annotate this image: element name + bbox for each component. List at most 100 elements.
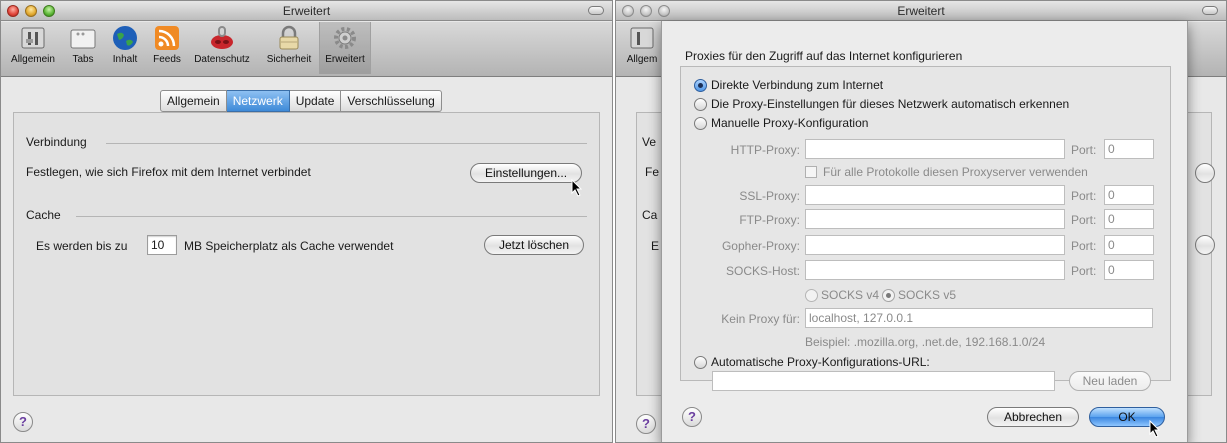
socks-v4-radio[interactable]	[805, 289, 818, 302]
auto-proxy-url-label[interactable]: Automatische Proxy-Konfigurations-URL:	[711, 355, 930, 369]
cache-size-input[interactable]: 10	[147, 235, 177, 255]
toolbar-item-sicherheit[interactable]: Sicherheit	[261, 24, 317, 65]
ssl-proxy-label: SSL-Proxy:	[739, 189, 800, 203]
preferences-window-left: Erweitert Allgemein Tabs Inhalt Feeds Da…	[0, 0, 613, 443]
same-proxy-checkbox[interactable]	[805, 166, 817, 178]
socks-v4-label: SOCKS v4	[821, 288, 880, 302]
gopher-proxy-input[interactable]	[805, 235, 1065, 255]
close-window-button[interactable]	[622, 5, 634, 17]
toolbar-toggle-button[interactable]	[1202, 6, 1218, 15]
tab-netzwerk[interactable]: Netzwerk	[226, 90, 290, 112]
gopher-proxy-label: Gopher-Proxy:	[721, 239, 800, 253]
auto-proxy-url-radio[interactable]	[694, 356, 707, 369]
tab-update[interactable]: Update	[289, 90, 342, 112]
close-window-button[interactable]	[7, 5, 19, 17]
toolbar-label: Tabs	[72, 54, 94, 65]
auto-detect-radio[interactable]	[694, 98, 707, 111]
toolbar-item-datenschutz[interactable]: Datenschutz	[189, 24, 255, 65]
title-bar[interactable]: Erweitert	[1, 1, 612, 21]
help-button[interactable]: ?	[636, 414, 656, 434]
toolbar-item-tabs[interactable]: Tabs	[65, 24, 101, 65]
no-proxy-label: Kein Proxy für:	[721, 312, 800, 326]
http-port-label: Port:	[1071, 143, 1097, 157]
toolbar-toggle-button[interactable]	[588, 6, 604, 15]
zoom-window-button[interactable]	[43, 5, 55, 17]
socks-v5-label: SOCKS v5	[898, 288, 957, 302]
ftp-proxy-input[interactable]	[805, 209, 1065, 229]
ftp-port-label: Port:	[1071, 213, 1097, 227]
socks-port-label: Port:	[1071, 264, 1097, 278]
proxy-settings-sheet: Proxies für den Zugriff auf das Internet…	[661, 21, 1188, 442]
tab-verschluesselung[interactable]: Verschlüsselung	[341, 90, 442, 112]
no-proxy-example: Beispiel: .mozilla.org, .net.de, 192.168…	[805, 335, 1046, 349]
section-divider	[76, 216, 587, 217]
minimize-window-button[interactable]	[25, 5, 37, 17]
toolbar-item-inhalt[interactable]: Inhalt	[105, 24, 145, 65]
http-port-input[interactable]: 0	[1104, 139, 1154, 159]
partial-label: Ca	[642, 208, 658, 222]
connection-settings-button[interactable]	[1195, 163, 1215, 183]
clear-cache-button[interactable]: Jetzt löschen	[484, 235, 584, 255]
zoom-window-button[interactable]	[658, 5, 670, 17]
minimize-window-button[interactable]	[640, 5, 652, 17]
ftp-proxy-label: FTP-Proxy:	[739, 213, 800, 227]
toolbar-item-feeds[interactable]: Feeds	[149, 24, 185, 65]
http-proxy-label: HTTP-Proxy:	[730, 143, 800, 157]
direct-connection-label[interactable]: Direkte Verbindung zum Internet	[711, 78, 883, 92]
cancel-button[interactable]: Abbrechen	[987, 407, 1079, 427]
toolbar-label: Allgem	[626, 54, 658, 65]
manual-proxy-radio[interactable]	[694, 117, 707, 130]
gear-icon	[331, 24, 359, 52]
partial-label: Fe	[645, 165, 660, 179]
gopher-port-input[interactable]: 0	[1104, 235, 1154, 255]
section-divider	[106, 143, 587, 144]
general-switch-icon	[628, 24, 656, 52]
gopher-port-label: Port:	[1071, 239, 1097, 253]
direct-connection-radio[interactable]	[694, 79, 707, 92]
socks-v5-radio[interactable]	[882, 289, 895, 302]
ftp-port-input[interactable]: 0	[1104, 209, 1154, 229]
sheet-title: Proxies für den Zugriff auf das Internet…	[685, 49, 963, 63]
toolbar-label: Feeds	[153, 54, 181, 65]
network-panel: Verbindung Festlegen, wie sich Firefox m…	[13, 112, 600, 396]
proxy-options-box: Direkte Verbindung zum Internet Die Prox…	[680, 66, 1171, 381]
globe-icon	[111, 24, 139, 52]
mouse-pointer-icon	[571, 179, 583, 197]
preferences-window-right: Erweitert Allgem Ve Fe Ca E ? Proxies fü…	[615, 0, 1227, 443]
auto-proxy-url-input[interactable]	[712, 371, 1055, 391]
manual-proxy-label[interactable]: Manuelle Proxy-Konfiguration	[711, 116, 868, 130]
cache-text-before: Es werden bis zu	[36, 239, 128, 253]
partial-label: Ve	[642, 135, 657, 149]
ssl-proxy-input[interactable]	[805, 185, 1065, 205]
toolbar-label: Erweitert	[325, 54, 365, 65]
socks-host-label: SOCKS-Host:	[725, 264, 800, 278]
mouse-pointer-icon	[1149, 420, 1161, 438]
preferences-toolbar: Allgemein Tabs Inhalt Feeds Datenschutz	[1, 22, 612, 77]
toolbar-item-allgemein[interactable]: Allgem	[622, 24, 662, 65]
no-proxy-input[interactable]: localhost, 127.0.0.1	[805, 308, 1153, 328]
tab-bar: Allgemein Netzwerk Update Verschlüsselun…	[160, 90, 442, 112]
toolbar-item-allgemein[interactable]: Allgemein	[7, 24, 59, 65]
advanced-pane: Allgemein Netzwerk Update Verschlüsselun…	[1, 78, 612, 442]
connection-settings-button[interactable]: Einstellungen...	[470, 163, 582, 183]
help-button[interactable]: ?	[682, 407, 702, 427]
tab-allgemein[interactable]: Allgemein	[160, 90, 227, 112]
reload-button[interactable]: Neu laden	[1069, 371, 1151, 391]
toolbar-item-erweitert[interactable]: Erweitert	[319, 22, 371, 74]
window-title: Erweitert	[282, 4, 331, 18]
auto-detect-label[interactable]: Die Proxy-Einstellungen für dieses Netzw…	[711, 97, 1069, 111]
socks-host-input[interactable]	[805, 260, 1065, 280]
rss-feed-icon	[153, 24, 181, 52]
cache-section-title: Cache	[26, 208, 61, 222]
toolbar-label: Sicherheit	[266, 54, 312, 65]
privacy-mask-icon	[208, 24, 236, 52]
socks-port-input[interactable]: 0	[1104, 260, 1154, 280]
ssl-port-input[interactable]: 0	[1104, 185, 1154, 205]
tabs-window-icon	[69, 24, 97, 52]
title-bar[interactable]: Erweitert	[616, 1, 1226, 21]
cache-text-after: MB Speicherplatz als Cache verwendet	[184, 239, 394, 253]
partial-label: E	[651, 239, 660, 253]
clear-cache-button[interactable]	[1195, 235, 1215, 255]
help-button[interactable]: ?	[13, 412, 33, 432]
http-proxy-input[interactable]	[805, 139, 1065, 159]
